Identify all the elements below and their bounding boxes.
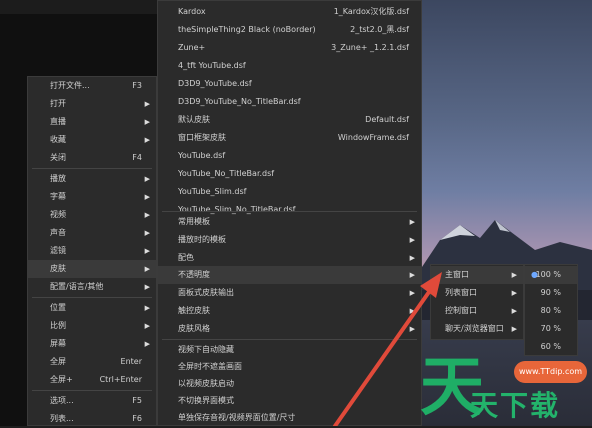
chevron-right-icon: ▶ [511,325,517,333]
main-context-menu: 打开文件... F3 打开 ▶ 直播 ▶ 收藏 ▶ 关闭 F4 播放 ▶ 字幕 ▶ 视频 ▶ 声… [27,76,157,426]
menu-item-subtitle[interactable]: 字幕 ▶ [28,188,156,206]
chevron-right-icon: ▶ [409,289,415,297]
chevron-right-icon: ▶ [144,118,150,126]
skin-item[interactable]: D3D9_YouTube.dsf [158,75,421,93]
opacity-item-control-window[interactable]: 控制窗口 ▶ [431,302,523,320]
menu-item-filter[interactable]: 滤镜 ▶ [28,242,156,260]
percent-submenu: ● 100 % 90 % 80 % 70 % 60 % [524,264,578,356]
chevron-right-icon: ▶ [511,289,517,297]
percent-item-100[interactable]: ● 100 % [525,266,577,284]
menu-separator [32,168,152,169]
menu-item-ratio[interactable]: 比例 ▶ [28,317,156,335]
chevron-right-icon: ▶ [409,236,415,244]
menu-item-list[interactable]: 列表... F6 [28,410,156,428]
skin-action-no-switch[interactable]: 不切换界面模式 [158,392,421,410]
menu-item-audio[interactable]: 声音 ▶ [28,224,156,242]
skin-action-save-position[interactable]: 单独保存音视/视频界面位置/尺寸 [158,409,421,427]
chevron-right-icon: ▶ [144,175,150,183]
chevron-right-icon: ▶ [409,325,415,333]
skin-item[interactable]: YouTube.dsf [158,147,421,165]
chevron-right-icon: ▶ [144,100,150,108]
menu-item-position[interactable]: 位置 ▶ [28,299,156,317]
chevron-right-icon: ▶ [144,193,150,201]
percent-item-80[interactable]: 80 % [525,302,577,320]
skin-item[interactable]: Zune+ 3_Zune+ _1.2.1.dsf [158,39,421,57]
skin-item-window-frame[interactable]: 窗口框架皮肤 WindowFrame.dsf [158,129,421,147]
watermark-logo: 天 [420,351,484,425]
chevron-right-icon: ▶ [144,136,150,144]
percent-item-90[interactable]: 90 % [525,284,577,302]
chevron-right-icon: ▶ [144,283,150,291]
skin-item[interactable]: YouTube_No_TitleBar.dsf [158,165,421,183]
skin-option-common-template[interactable]: 常用模板 ▶ [158,213,421,231]
menu-item-close[interactable]: 关闭 F4 [28,149,156,167]
skin-option-style[interactable]: 皮肤风格 ▶ [158,320,421,338]
menu-separator [32,297,152,298]
chevron-right-icon: ▶ [409,218,415,226]
chevron-right-icon: ▶ [144,247,150,255]
menu-item-open-file[interactable]: 打开文件... F3 [28,77,156,95]
chevron-right-icon: ▶ [409,307,415,315]
opacity-item-list-window[interactable]: 列表窗口 ▶ [431,284,523,302]
skin-option-color[interactable]: 配色 ▶ [158,249,421,267]
skin-item[interactable]: 4_tft YouTube.dsf [158,57,421,75]
menu-separator [162,211,417,212]
menu-item-screen[interactable]: 屏幕 ▶ [28,335,156,353]
skin-action-start-video-skin[interactable]: 以视频皮肤启动 [158,375,421,393]
menu-separator [32,390,152,391]
menu-item-fullscreen-plus[interactable]: 全屏+ Ctrl+Enter [28,371,156,389]
skin-option-play-template[interactable]: 播放时的模板 ▶ [158,231,421,249]
chevron-right-icon: ▶ [144,322,150,330]
percent-item-70[interactable]: 70 % [525,320,577,338]
chevron-right-icon: ▶ [409,254,415,262]
skin-submenu: Kardox 1_Kardox汉化版.dsf theSimpleThing2 Bl… [157,0,422,426]
watermark-url: www.TTdip.com [518,367,583,376]
watermark-text: 天下载 [470,389,561,422]
chevron-right-icon: ▶ [144,265,150,273]
chevron-right-icon: ▶ [409,271,415,279]
opacity-item-main-window[interactable]: 主窗口 ▶ [431,266,523,284]
skin-option-panel-output[interactable]: 面板式皮肤输出 ▶ [158,284,421,302]
menu-item-config[interactable]: 配置/语言/其他 ▶ [28,278,156,296]
menu-item-options[interactable]: 选项... F5 [28,392,156,410]
menu-item-video[interactable]: 视频 ▶ [28,206,156,224]
menu-item-fullscreen[interactable]: 全屏 Enter [28,353,156,371]
chevron-right-icon: ▶ [144,211,150,219]
skin-option-touch[interactable]: 触控皮肤 ▶ [158,302,421,320]
menu-item-play[interactable]: 播放 ▶ [28,170,156,188]
skin-item[interactable]: Kardox 1_Kardox汉化版.dsf [158,3,421,21]
percent-item-60[interactable]: 60 % [525,338,577,356]
title-strip [0,0,160,14]
skin-item[interactable]: YouTube_Slim.dsf [158,183,421,201]
skin-action-no-cover[interactable]: 全屏时不遮盖画面 [158,358,421,376]
menu-item-live[interactable]: 直播 ▶ [28,113,156,131]
menu-item-open[interactable]: 打开 ▶ [28,95,156,113]
opacity-item-chat-window[interactable]: 聊天/浏览器窗口 ▶ [431,320,523,338]
skin-option-opacity[interactable]: 不透明度 ▶ [158,266,421,284]
menu-item-favorites[interactable]: 收藏 ▶ [28,131,156,149]
skin-item[interactable]: D3D9_YouTube_No_TitleBar.dsf [158,93,421,111]
menu-separator [162,339,417,340]
skin-item-default[interactable]: 默认皮肤 Default.dsf [158,111,421,129]
opacity-submenu: 主窗口 ▶ 列表窗口 ▶ 控制窗口 ▶ 聊天/浏览器窗口 ▶ [430,264,524,340]
chevron-right-icon: ▶ [144,304,150,312]
skin-action-auto-hide[interactable]: 视频下自动隐藏 [158,341,421,359]
chevron-right-icon: ▶ [144,340,150,348]
menu-item-skin[interactable]: 皮肤 ▶ [28,260,156,278]
chevron-right-icon: ▶ [511,307,517,315]
chevron-right-icon: ▶ [511,271,517,279]
skin-item[interactable]: theSimpleThing2 Black (noBorder) 2_tst2.0… [158,21,421,39]
chevron-right-icon: ▶ [144,229,150,237]
